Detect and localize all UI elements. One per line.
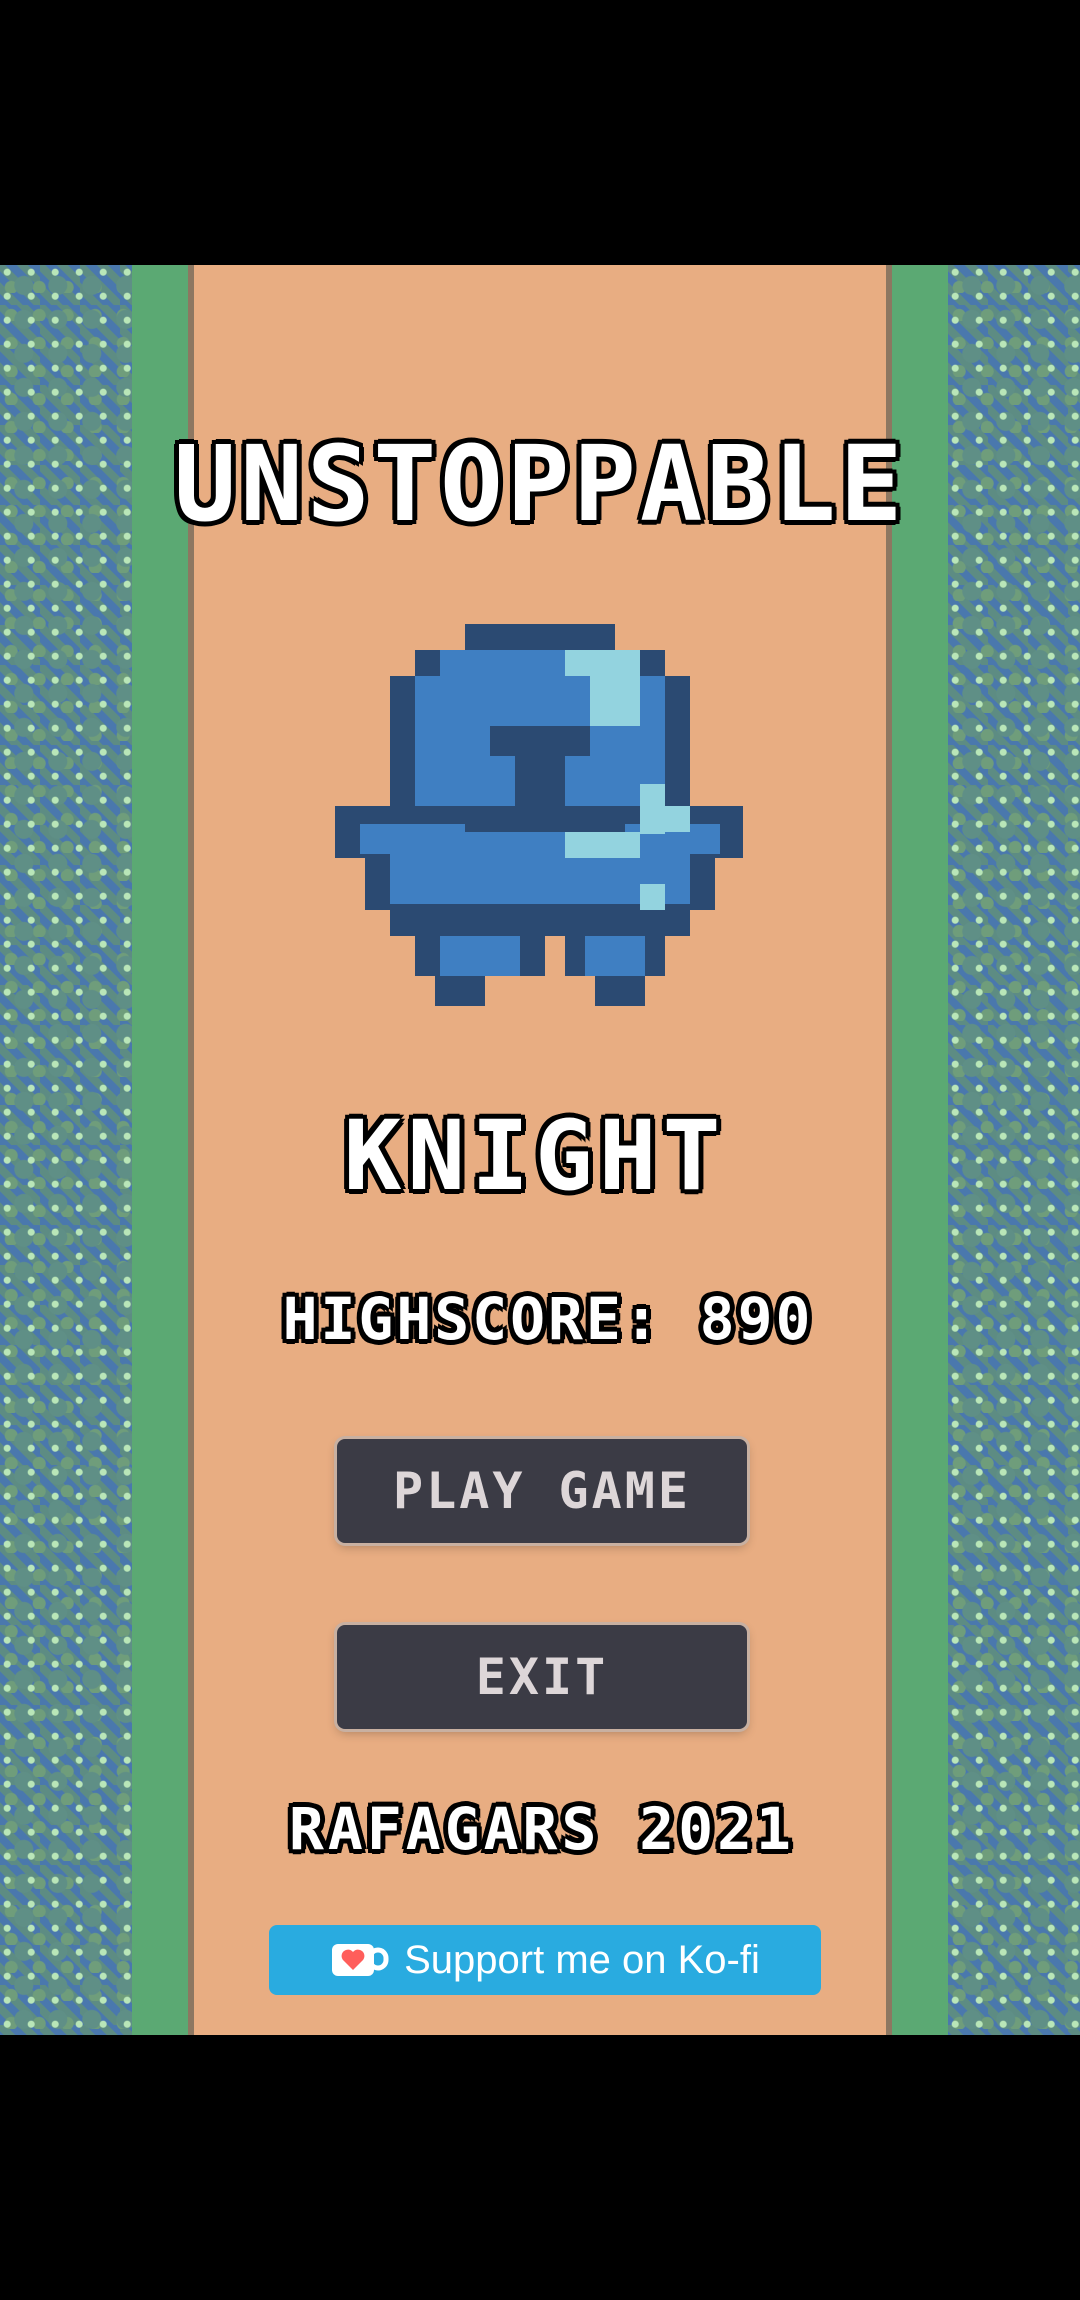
game-subtitle: KNIGHT	[343, 1100, 727, 1212]
game-title: UNSTOPPABLE	[173, 423, 907, 545]
kofi-support-button[interactable]: Support me on Ko-fi	[269, 1925, 821, 1995]
game-screen: UNSTOPPABLE KNIGHT HIGHSCORE: 890 PLAY G…	[0, 265, 1080, 2035]
knight-sprite-icon	[335, 624, 743, 1006]
play-game-button[interactable]: PLAY GAME	[337, 1439, 747, 1543]
kofi-cup-heart-icon	[332, 1944, 389, 1976]
highscore-label: HIGHSCORE: 890	[282, 1285, 814, 1353]
exit-button[interactable]: EXIT	[337, 1625, 747, 1729]
kofi-label: Support me on Ko-fi	[404, 1937, 760, 1982]
credits-label: RAFAGARS 2021	[289, 1795, 795, 1863]
